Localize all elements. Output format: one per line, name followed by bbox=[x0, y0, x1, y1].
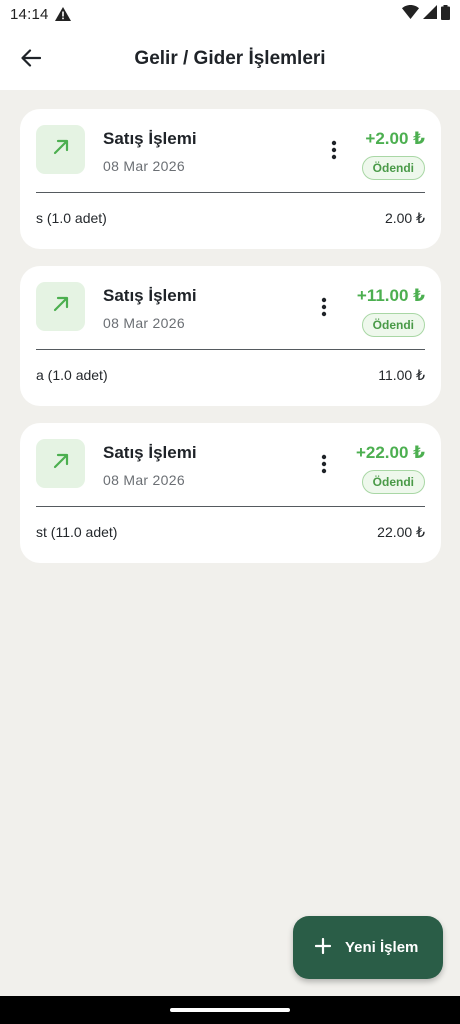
home-gesture-handle[interactable] bbox=[170, 1008, 290, 1012]
transaction-card[interactable]: Satış İşlemi 08 Mar 2026 +11.00 ₺ Ödendi… bbox=[20, 266, 441, 406]
transaction-date: 08 Mar 2026 bbox=[103, 158, 185, 174]
line-item-amount: 11.00 ₺ bbox=[378, 367, 425, 383]
more-options-button[interactable] bbox=[315, 297, 333, 321]
transaction-amount: +11.00 ₺ bbox=[356, 286, 425, 305]
transaction-amount: +22.00 ₺ bbox=[355, 443, 425, 462]
back-button[interactable] bbox=[14, 43, 48, 77]
more-vertical-icon bbox=[321, 297, 327, 322]
system-nav-bar bbox=[0, 996, 460, 1024]
transaction-list: Satış İşlemi 08 Mar 2026 +2.00 ₺ Ödendi … bbox=[20, 109, 441, 580]
more-options-button[interactable] bbox=[315, 454, 333, 478]
arrow-up-right-icon bbox=[52, 452, 70, 475]
line-item-description: s (1.0 adet) bbox=[36, 210, 107, 226]
income-icon-box bbox=[36, 439, 85, 488]
battery-icon bbox=[441, 4, 450, 24]
signal-icon bbox=[423, 5, 437, 23]
new-transaction-label: Yeni İşlem bbox=[345, 939, 419, 956]
line-item-description: st (11.0 adet) bbox=[36, 524, 118, 540]
arrow-up-right-icon bbox=[52, 295, 70, 318]
warning-icon bbox=[54, 7, 71, 21]
status-badge: Ödendi bbox=[361, 470, 425, 494]
more-vertical-icon bbox=[331, 140, 337, 165]
transaction-card[interactable]: Satış İşlemi 08 Mar 2026 +22.00 ₺ Ödendi… bbox=[20, 423, 441, 563]
line-item-amount: 22.00 ₺ bbox=[377, 524, 425, 540]
line-item-amount: 2.00 ₺ bbox=[384, 210, 425, 226]
screen: 14:14 Gelir / Gider İşlemleri Satış İşle… bbox=[0, 0, 460, 1024]
more-vertical-icon bbox=[321, 454, 327, 479]
line-item-description: a (1.0 adet) bbox=[36, 367, 108, 383]
divider bbox=[36, 506, 425, 507]
app-bar: Gelir / Gider İşlemleri bbox=[0, 28, 460, 90]
transaction-title: Satış İşlemi bbox=[103, 129, 197, 148]
wifi-icon bbox=[402, 5, 419, 23]
income-icon-box bbox=[36, 282, 85, 331]
more-options-button[interactable] bbox=[325, 140, 343, 164]
transaction-title: Satış İşlemi bbox=[103, 286, 197, 305]
page-title: Gelir / Gider İşlemleri bbox=[134, 48, 326, 69]
status-icons bbox=[402, 4, 450, 24]
status-time: 14:14 bbox=[10, 5, 49, 23]
transaction-date: 08 Mar 2026 bbox=[103, 315, 185, 331]
divider bbox=[36, 349, 425, 350]
arrow-up-right-icon bbox=[52, 138, 70, 161]
status-bar: 14:14 bbox=[0, 0, 460, 28]
income-icon-box bbox=[36, 125, 85, 174]
new-transaction-button[interactable]: Yeni İşlem bbox=[293, 916, 443, 979]
transaction-date: 08 Mar 2026 bbox=[103, 472, 185, 488]
plus-icon bbox=[314, 937, 332, 958]
status-badge: Ödendi bbox=[361, 313, 425, 337]
transaction-card[interactable]: Satış İşlemi 08 Mar 2026 +2.00 ₺ Ödendi … bbox=[20, 109, 441, 249]
status-badge: Ödendi bbox=[361, 156, 425, 180]
divider bbox=[36, 192, 425, 193]
transaction-amount: +2.00 ₺ bbox=[365, 129, 425, 148]
arrow-left-icon bbox=[21, 48, 42, 72]
transaction-title: Satış İşlemi bbox=[103, 443, 197, 462]
